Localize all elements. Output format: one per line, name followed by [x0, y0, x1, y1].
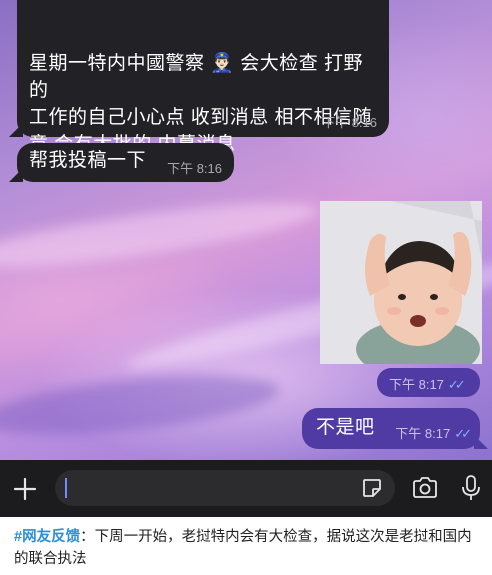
double-check-icon: ✓✓ [454, 426, 472, 441]
double-check-icon: ✓✓ [447, 377, 466, 392]
camera-icon[interactable] [411, 476, 439, 500]
post-caption: #网友反馈：下周一开始，老挝特内会有大检查，据说这次是老挝和国内的联合执法 [14, 526, 482, 570]
message-text: 帮我投稿一下 [29, 150, 147, 171]
incoming-message[interactable]: 帮我投稿一下 下午 8:16 [17, 143, 234, 182]
message-time: 下午 8:17 [395, 426, 451, 441]
sticker-time-badge: 下午 8:17 ✓✓ [377, 368, 480, 397]
incoming-message[interactable]: 星期一特内中國警察 👮🏻‍♂️ 会大检查 打野的 工作的自己小心点 收到消息 相… [17, 0, 389, 155]
bubble-tail [9, 168, 23, 182]
message-meta: 下午 8:17 ✓✓ [395, 423, 472, 443]
outgoing-message[interactable]: 不是吧 下午 8:17 ✓✓ [302, 408, 480, 449]
message-input[interactable] [55, 470, 395, 506]
composer-bar [0, 460, 492, 517]
message-time: 下午 8:16 [167, 161, 222, 176]
bubble-tail [474, 435, 488, 449]
wallpaper-streak [0, 190, 322, 280]
microphone-icon[interactable] [461, 474, 481, 502]
sticker-icon[interactable] [361, 477, 383, 499]
baby-sticker-illustration [320, 201, 482, 364]
chat-area: 星期一特内中國警察 👮🏻‍♂️ 会大检查 打野的 工作的自己小心点 收到消息 相… [0, 0, 492, 460]
message-line: 星期一特内中國警察 👮🏻‍♂️ 会大检查 打野的 [29, 53, 363, 101]
message-text: 星期一特内中國警察 👮🏻‍♂️ 会大检查 打野的 工作的自己小心点 收到消息 相… [29, 50, 375, 158]
message-time: 下午 8:17 [389, 377, 444, 392]
message-time: 下午 8:16 [322, 115, 377, 130]
wallpaper-streak [0, 364, 282, 446]
caption-text: ：下周一开始，老挝特内会有大检查，据说这次是老挝和国内的联合执法 [14, 529, 472, 567]
plus-icon[interactable] [13, 477, 37, 501]
caption-hashtag[interactable]: #网友反馈 [14, 529, 80, 545]
sticker-image[interactable] [320, 201, 482, 364]
message-text: 不是吧 [316, 417, 375, 438]
text-caret [65, 478, 67, 498]
